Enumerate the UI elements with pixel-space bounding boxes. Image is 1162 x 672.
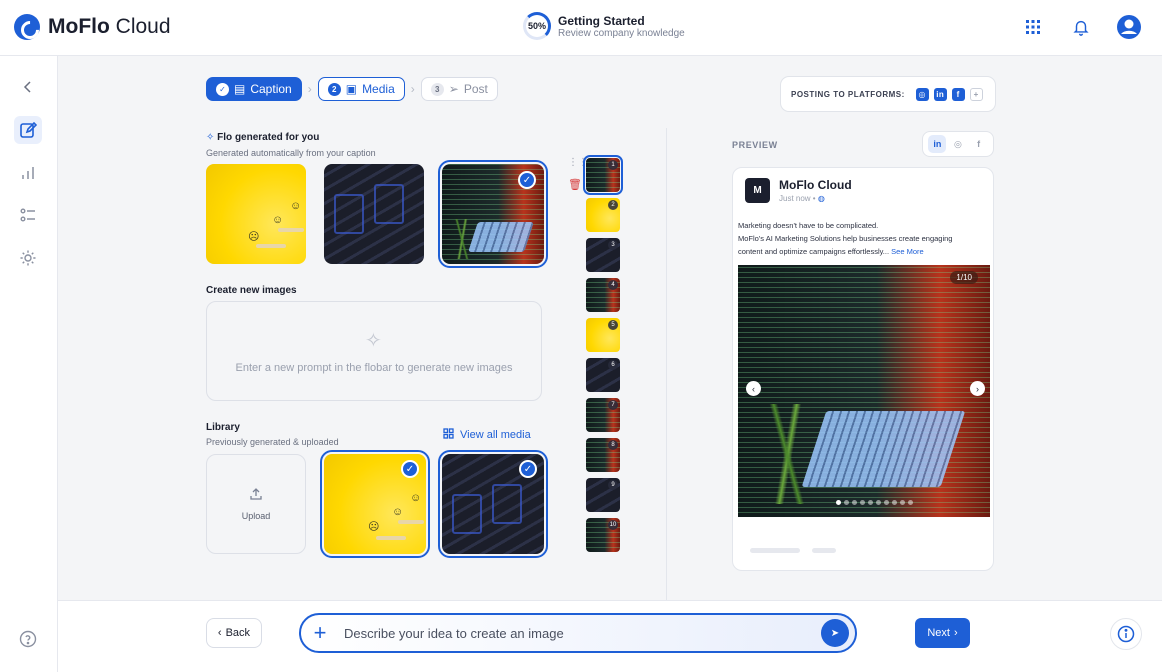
sidebar [0,56,58,672]
settings-gear-icon[interactable] [14,244,42,272]
generated-image-3-selected[interactable]: ✓ [438,160,548,268]
carousel-next-icon[interactable]: › [970,381,985,396]
image-icon: ▣ [345,82,358,96]
edit-icon[interactable] [14,116,42,144]
step-caption[interactable]: ✓ ▤ Caption [206,77,302,101]
create-images-box: ✧ Enter a new prompt in the flobar to ge… [206,301,542,401]
carousel-dots [836,500,913,505]
create-section-title: Create new images [206,285,297,296]
chevron-right-icon: › [953,627,958,639]
linkedin-icon[interactable]: in [933,87,947,101]
thumbnail[interactable]: 6 [586,358,620,392]
post-caption: Marketing doesn't have to be complicated… [738,221,953,256]
chevron-right-icon: › [307,82,312,96]
thumbnail[interactable]: 5 [586,318,620,352]
platforms-label: POSTING TO PLATFORMS: [791,89,905,99]
library-subtitle: Previously generated & uploaded [206,437,339,447]
generated-image-1[interactable]: ☹ ☺ ☺ [206,164,306,264]
post-image: 1/10 ‹ › [738,265,990,517]
posting-platforms: POSTING TO PLATFORMS: ◎ in f + [780,76,996,112]
globe-icon: ◍ [817,194,825,203]
add-platform-button[interactable]: + [969,87,983,101]
trash-icon[interactable]: 🗑 [568,178,582,191]
thumbnail[interactable]: 2 [586,198,620,232]
magic-wand-icon: ✧ [206,132,215,143]
send-icon: ➢ [448,82,459,96]
chevron-left-icon: ‹ [217,627,222,639]
bottom-bar: ‹ Back + Describe your idea to create an … [58,600,1162,672]
flo-section-subtitle: Generated automatically from your captio… [206,148,376,158]
thumbnail[interactable]: 7 [586,398,620,432]
logo-icon [14,14,40,40]
main-content: ✓ ▤ Caption › 2 ▣ Media › 3 ➢ Post POSTING TO … [58,56,1162,608]
linkedin-icon[interactable]: in [928,135,947,153]
analytics-icon[interactable] [14,159,42,187]
facebook-icon[interactable]: f [970,135,988,153]
plus-icon[interactable]: + [306,619,334,647]
account-name: MoFlo Cloud [779,178,852,192]
instagram-icon[interactable]: ◎ [949,135,967,153]
list-icon[interactable] [14,201,42,229]
see-more-link[interactable]: See More [891,247,924,256]
send-button[interactable]: ➤ [821,619,849,647]
flo-section-title: ✧ Flo generated for you [206,132,320,143]
thumbnail[interactable]: 1 [583,155,623,195]
drag-handle-icon[interactable]: ⋮⋮ [568,158,588,168]
post-time: Just now • ◍ [779,194,825,203]
check-icon: ✓ [518,171,536,189]
facebook-icon[interactable]: f [951,87,965,101]
step-progress: ✓ ▤ Caption › 2 ▣ Media › 3 ➢ Post [206,77,498,101]
info-icon[interactable] [1110,618,1142,650]
prompt-input[interactable]: Describe your idea to create an image [344,626,821,641]
progress-ring: 50% [523,12,551,40]
prompt-bar[interactable]: + Describe your idea to create an image … [299,613,857,653]
skeleton-line [812,548,836,553]
upload-icon [249,487,263,503]
back-button[interactable]: ‹ Back [206,618,262,648]
thumbnail[interactable]: 3 [586,238,620,272]
upload-button[interactable]: Upload [206,454,306,554]
preview-label: PREVIEW [732,140,778,150]
next-button[interactable]: Next › [915,618,970,648]
magic-wand-icon: ✧ [365,330,382,352]
document-icon: ▤ [234,82,246,96]
getting-started-subtitle: Review company knowledge [558,27,685,39]
post-preview-card: M MoFlo Cloud Just now • ◍ Marketing doe… [732,167,994,571]
step-media[interactable]: 2 ▣ Media [317,77,405,101]
bell-icon[interactable] [1068,14,1094,40]
instagram-icon[interactable]: ◎ [915,87,929,101]
image-counter: 1/10 [950,271,978,284]
view-all-media-link[interactable]: View all media [443,428,531,442]
logo[interactable]: MoFlo Cloud [14,14,171,40]
getting-started-widget[interactable]: 50% Getting Started Review company knowl… [523,12,685,40]
apps-grid-icon[interactable] [1020,14,1046,40]
user-avatar-icon[interactable] [1116,14,1142,40]
check-icon: ✓ [401,460,419,478]
check-icon: ✓ [519,460,537,478]
preview-platform-tabs: in ◎ f [922,131,994,157]
brand-name: MoFlo Cloud [48,15,171,38]
library-image-2-selected[interactable]: ✓ [438,450,548,558]
thumbnail[interactable]: 4 [586,278,620,312]
chevron-right-icon: › [410,82,415,96]
account-avatar: M [745,178,770,203]
grid-icon [443,428,454,442]
library-title: Library [206,422,240,433]
divider [666,128,667,608]
create-hint: Enter a new prompt in the flobar to gene… [235,362,513,374]
help-icon[interactable] [18,629,38,649]
top-bar: MoFlo Cloud 50% Getting Started Review c… [0,0,1162,56]
carousel-prev-icon[interactable]: ‹ [746,381,761,396]
thumbnail[interactable]: 9 [586,478,620,512]
library-image-1-selected[interactable]: ☹ ☺ ☺ ✓ [320,450,430,558]
thumbnail[interactable]: 10 [586,518,620,552]
collapse-chevron-icon[interactable] [14,73,42,101]
step-post[interactable]: 3 ➢ Post [420,77,498,101]
generated-image-2[interactable] [324,164,424,264]
thumbnail[interactable]: 8 [586,438,620,472]
getting-started-title: Getting Started [558,13,645,28]
skeleton-line [750,548,800,553]
